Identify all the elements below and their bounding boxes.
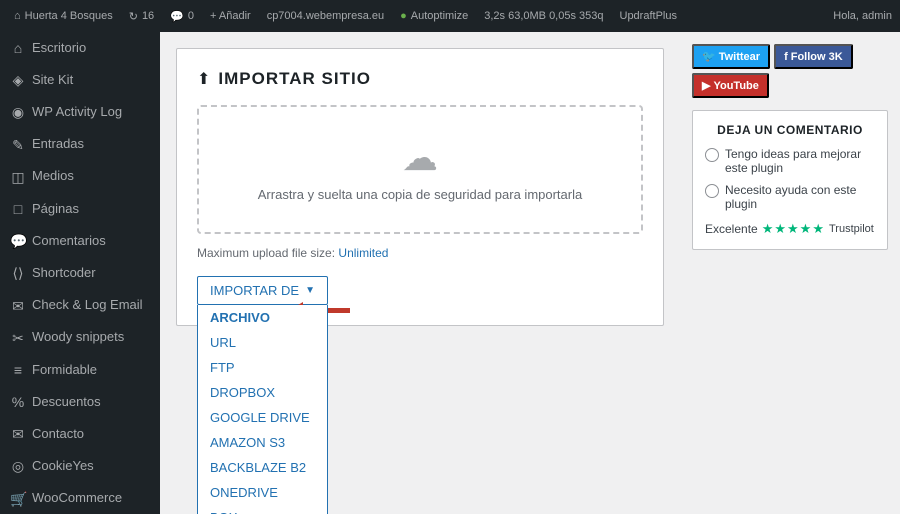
comments-btn[interactable]: 💬 0 xyxy=(164,0,200,32)
cloud-icon: ☁ xyxy=(219,137,621,179)
dropdown-item-googledrive[interactable]: GOOGLE DRIVE xyxy=(198,405,327,430)
radio-circle-1 xyxy=(705,148,719,162)
import-title: ⬆ IMPORTAR SITIO xyxy=(197,69,643,89)
trustpilot-row: Excelente ★★★★★ Trustpilot xyxy=(705,221,875,237)
paginas-icon: □ xyxy=(10,200,26,218)
dropdown-item-box[interactable]: BOX xyxy=(198,505,327,514)
sidebar-item-woody-snippets[interactable]: ✂Woody snippets xyxy=(0,322,160,354)
dropdown-item-url[interactable]: URL xyxy=(198,330,327,355)
sidebar-item-descuentos[interactable]: %Descuentos xyxy=(0,386,160,418)
sidebar-item-contacto[interactable]: ✉Contacto xyxy=(0,418,160,450)
dropdown-item-onedrive[interactable]: ONEDRIVE xyxy=(198,480,327,505)
excelente-label: Excelente xyxy=(705,222,758,236)
add-new-btn[interactable]: + Añadir xyxy=(204,0,257,32)
escritorio-icon: ⌂ xyxy=(10,39,26,57)
formidable-icon: ≡ xyxy=(10,361,26,379)
sidebar-item-paginas[interactable]: □Páginas xyxy=(0,193,160,225)
medios-icon: ◫ xyxy=(10,168,26,186)
youtube-button[interactable]: ▶ YouTube xyxy=(692,73,769,98)
upload-text: Arrastra y suelta una copia de seguridad… xyxy=(219,187,621,202)
sidebar-item-entradas[interactable]: ✎Entradas xyxy=(0,129,160,161)
topbar: ⌂ Huerta 4 Bosques ↻ 16 💬 0 + Añadir cp7… xyxy=(0,0,900,32)
main-content: ⬆ IMPORTAR SITIO ☁ Arrastra y suelta una… xyxy=(160,32,680,514)
entradas-icon: ✎ xyxy=(10,136,26,154)
import-dropdown-menu: ARCHIVO URL FTP DROPBOX GOOGLE DRIVE AMA… xyxy=(197,305,328,514)
contacto-icon: ✉ xyxy=(10,425,26,443)
dropdown-item-archivo[interactable]: ARCHIVO xyxy=(198,305,327,330)
sidebar-item-woocommerce[interactable]: 🛒WooCommerce xyxy=(0,483,160,514)
comment-title: DEJA UN COMENTARIO xyxy=(705,123,875,137)
sidebar-item-site-kit[interactable]: ◈Site Kit xyxy=(0,64,160,96)
sidebar-item-shortcoder[interactable]: ⟨⟩Shortcoder xyxy=(0,257,160,289)
cookieyes-icon: ◎ xyxy=(10,457,26,475)
facebook-icon: f xyxy=(784,51,788,63)
wp-activity-icon: ◉ xyxy=(10,103,26,121)
dropdown-item-amazons3[interactable]: AMAZON S3 xyxy=(198,430,327,455)
importar-dropdown-container: IMPORTAR DE ▼ ARCHIVO URL FTP DROPBOX GO… xyxy=(197,276,328,305)
check-log-email-icon: ✉ xyxy=(10,297,26,315)
site-name[interactable]: ⌂ Huerta 4 Bosques xyxy=(8,0,119,32)
radio-option-1[interactable]: Tengo ideas para mejorar este plugin xyxy=(705,147,875,175)
right-panel: 🐦 Twittear f Follow 3K ▶ YouTube DEJA UN… xyxy=(680,32,900,514)
sidebar-item-cookieyes[interactable]: ◎CookieYes xyxy=(0,450,160,482)
dropdown-item-backblaze[interactable]: BACKBLAZE B2 xyxy=(198,455,327,480)
sidebar-item-check-log-email[interactable]: ✉Check & Log Email xyxy=(0,290,160,322)
social-buttons: 🐦 Twittear f Follow 3K ▶ YouTube xyxy=(692,44,888,98)
autoptimize-btn[interactable]: ● Autoptimize xyxy=(394,0,474,32)
sidebar-item-wp-activity[interactable]: ◉WP Activity Log xyxy=(0,96,160,128)
stats: 3,2s 63,0MB 0,05s 353q xyxy=(478,0,609,32)
max-upload: Maximum upload file size: Unlimited xyxy=(197,246,643,260)
radio-option-2[interactable]: Necesito ayuda con este plugin xyxy=(705,183,875,211)
radio-circle-2 xyxy=(705,184,719,198)
sidebar-item-medios[interactable]: ◫Medios xyxy=(0,161,160,193)
dropdown-item-dropbox[interactable]: DROPBOX xyxy=(198,380,327,405)
chevron-icon: ▼ xyxy=(305,285,315,296)
cp-label[interactable]: cp7004.webempresa.eu xyxy=(261,0,390,32)
comentarios-icon: 💬 xyxy=(10,232,26,250)
import-box: ⬆ IMPORTAR SITIO ☁ Arrastra y suelta una… xyxy=(176,48,664,326)
twitter-button[interactable]: 🐦 Twittear xyxy=(692,44,770,69)
updraftplus-btn[interactable]: UpdraftPlus xyxy=(614,0,683,32)
sidebar: ⌂Escritorio◈Site Kit◉WP Activity Log✎Ent… xyxy=(0,32,160,514)
upload-area[interactable]: ☁ Arrastra y suelta una copia de segurid… xyxy=(197,105,643,234)
twitter-icon: 🐦 xyxy=(702,50,716,63)
importar-de-button[interactable]: IMPORTAR DE ▼ xyxy=(197,276,328,305)
site-kit-icon: ◈ xyxy=(10,71,26,89)
woody-snippets-icon: ✂ xyxy=(10,329,26,347)
sidebar-item-formidable[interactable]: ≡Formidable xyxy=(0,354,160,386)
unlimited-link[interactable]: Unlimited xyxy=(338,246,388,260)
greeting: Hola, admin xyxy=(833,10,892,22)
trustpilot-label: Trustpilot xyxy=(829,223,874,235)
shortcoder-icon: ⟨⟩ xyxy=(10,264,26,282)
sidebar-item-escritorio[interactable]: ⌂Escritorio xyxy=(0,32,160,64)
dropdown-item-ftp[interactable]: FTP xyxy=(198,355,327,380)
descuentos-icon: % xyxy=(10,393,26,411)
facebook-button[interactable]: f Follow 3K xyxy=(774,44,853,69)
sidebar-item-comentarios[interactable]: 💬Comentarios xyxy=(0,225,160,257)
updates-btn[interactable]: ↻ 16 xyxy=(123,0,160,32)
youtube-icon: ▶ xyxy=(702,79,710,92)
woocommerce-icon: 🛒 xyxy=(10,490,26,508)
comment-box: DEJA UN COMENTARIO Tengo ideas para mejo… xyxy=(692,110,888,250)
stars-icon: ★★★★★ xyxy=(762,221,825,237)
